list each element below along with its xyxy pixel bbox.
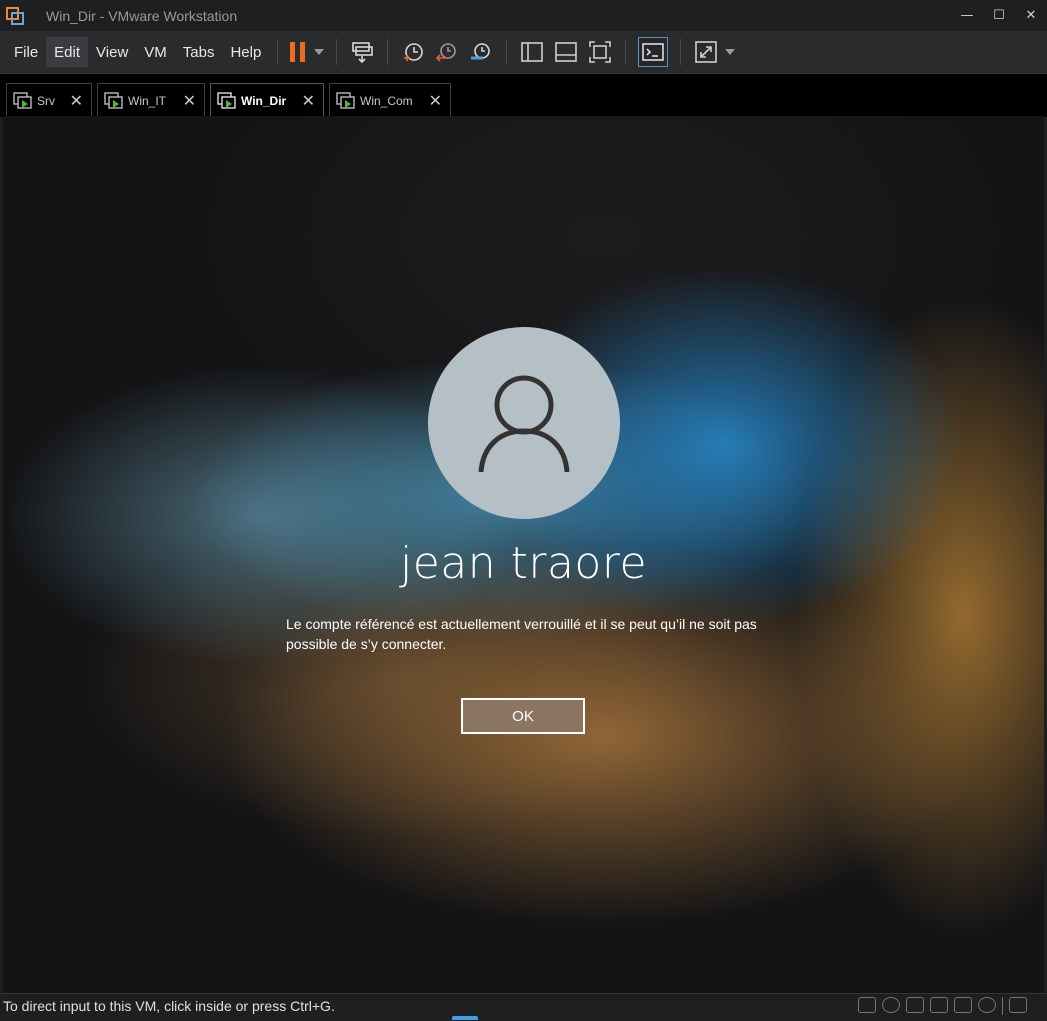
tab-label: Win_IT xyxy=(128,93,167,108)
toolbar-separator xyxy=(506,39,508,65)
thumbnail-bar-icon[interactable] xyxy=(549,36,583,68)
menu-toolbar: File Edit View VM Tabs Help xyxy=(0,31,1047,73)
tab-win-dir[interactable]: Win_Dir ✕ xyxy=(210,83,324,117)
vm-tab-strip: Srv ✕ Win_IT ✕ Win_Dir ✕ Win_Com ✕ xyxy=(0,73,1047,117)
vm-running-icon xyxy=(336,91,355,109)
close-icon[interactable]: ✕ xyxy=(70,91,83,111)
user-avatar xyxy=(428,327,620,519)
message-log-icon[interactable] xyxy=(1009,997,1027,1013)
ok-button[interactable]: OK xyxy=(461,698,585,734)
close-icon[interactable]: ✕ xyxy=(183,91,196,111)
menu-vm-label: VM xyxy=(144,43,167,61)
snapshot-icon[interactable] xyxy=(396,36,430,68)
window-title: Win_Dir - VMware Workstation xyxy=(46,7,238,24)
tab-srv[interactable]: Srv ✕ xyxy=(6,83,92,117)
vm-running-icon xyxy=(104,91,123,109)
vm-console[interactable]: jean traore Le compte référencé est actu… xyxy=(3,116,1044,993)
user-icon xyxy=(478,375,570,473)
menu-help-label: Help xyxy=(230,43,262,61)
snapshot-manager-icon[interactable] xyxy=(464,36,498,68)
menu-file[interactable]: File xyxy=(6,37,46,67)
tab-label: Win_Dir xyxy=(241,93,287,108)
menu-edit[interactable]: Edit xyxy=(46,37,89,67)
console-view-icon[interactable] xyxy=(638,37,669,67)
pause-icon[interactable] xyxy=(286,36,310,68)
stretch-guest-icon[interactable] xyxy=(689,36,723,68)
menu-edit-label: Edit xyxy=(54,43,81,61)
menu-tabs[interactable]: Tabs xyxy=(175,37,223,67)
menu-view[interactable]: View xyxy=(88,37,136,67)
revert-snapshot-icon[interactable] xyxy=(430,36,464,68)
lockout-message: Le compte référencé est actuellement ver… xyxy=(286,616,757,652)
wireless-icon[interactable] xyxy=(954,997,972,1013)
window-controls: — ☐ ✕ xyxy=(951,0,1047,31)
stretch-dropdown-icon[interactable] xyxy=(723,36,737,68)
device-icons xyxy=(858,997,1027,1015)
menu-view-label: View xyxy=(96,43,129,61)
tab-label: Win_Com xyxy=(360,93,413,108)
close-button[interactable]: ✕ xyxy=(1015,0,1047,31)
vm-running-icon xyxy=(13,91,32,109)
status-separator xyxy=(1002,997,1003,1015)
sound-icon[interactable] xyxy=(930,997,948,1013)
toolbar-separator xyxy=(336,39,338,65)
usb-icon[interactable] xyxy=(978,997,996,1013)
menu-file-label: File xyxy=(14,43,39,61)
tab-win-it[interactable]: Win_IT ✕ xyxy=(97,83,205,117)
send-ctrl-alt-del-icon[interactable] xyxy=(345,36,379,68)
vm-running-icon xyxy=(217,91,236,109)
status-text: To direct input to this VM, click inside… xyxy=(3,998,335,1014)
tab-win-com[interactable]: Win_Com ✕ xyxy=(329,83,451,117)
tab-label: Srv xyxy=(37,93,55,108)
title-bar: Win_Dir - VMware Workstation — ☐ ✕ xyxy=(0,0,1047,31)
network-icon[interactable] xyxy=(906,997,924,1013)
maximize-button[interactable]: ☐ xyxy=(983,0,1015,31)
hard-disk-icon[interactable] xyxy=(858,997,876,1013)
toolbar-separator xyxy=(625,39,627,65)
close-icon[interactable]: ✕ xyxy=(302,91,315,111)
full-screen-icon[interactable] xyxy=(583,36,617,68)
minimize-button[interactable]: — xyxy=(951,0,983,31)
vmware-logo-icon xyxy=(6,6,24,25)
toolbar-separator xyxy=(387,39,389,65)
show-library-icon[interactable] xyxy=(515,36,549,68)
menu-vm[interactable]: VM xyxy=(136,37,175,67)
host-taskbar-indicator xyxy=(452,1016,478,1020)
status-bar: To direct input to this VM, click inside… xyxy=(0,993,1047,1021)
username: jean traore xyxy=(399,538,648,589)
menu-help[interactable]: Help xyxy=(222,37,269,67)
power-dropdown-icon[interactable] xyxy=(310,36,328,68)
toolbar-separator xyxy=(277,39,279,65)
close-icon[interactable]: ✕ xyxy=(429,91,442,111)
cd-drive-icon[interactable] xyxy=(882,997,900,1013)
menu-tabs-label: Tabs xyxy=(182,43,215,61)
toolbar-separator xyxy=(680,39,682,65)
